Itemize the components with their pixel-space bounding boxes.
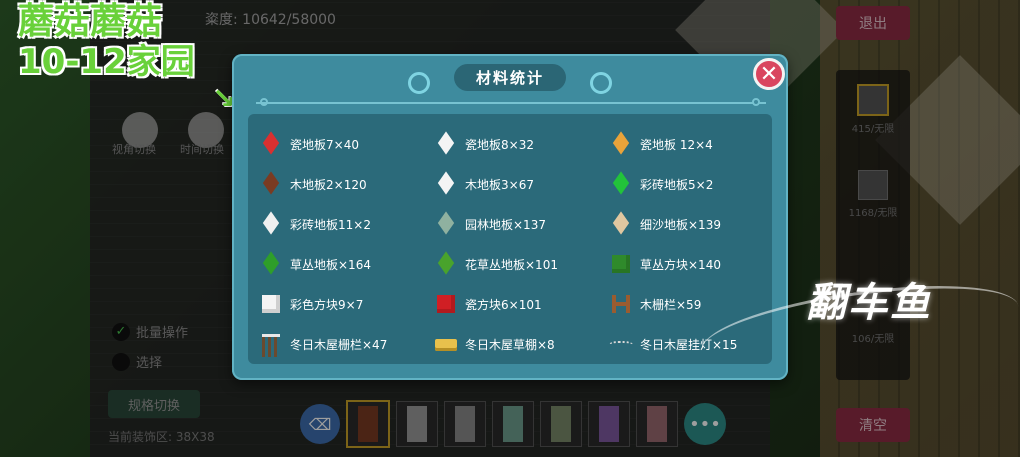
tile-icon	[608, 133, 634, 155]
material-label: 冬日木屋栅栏×47	[290, 337, 388, 352]
title-divider	[256, 102, 766, 104]
material-item: 草丛地板×164	[258, 244, 433, 284]
material-label: 彩砖地板5×2	[640, 177, 714, 192]
material-label: 瓷方块6×101	[465, 297, 542, 312]
material-item: 细沙地板×139	[608, 204, 768, 244]
material-label: 瓷地板8×32	[465, 137, 534, 152]
material-label: 木栅栏×59	[640, 297, 702, 312]
close-button[interactable]: ✕	[753, 58, 785, 90]
video-caption: 蘑菇蘑菇 10-12家园	[18, 1, 195, 83]
material-label: 草丛地板×164	[290, 257, 371, 272]
tile-icon	[608, 213, 634, 235]
material-label: 彩色方块9×7	[290, 297, 364, 312]
swirl-icon	[408, 72, 430, 94]
material-label: 木地板3×67	[465, 177, 534, 192]
cube-icon	[608, 253, 634, 275]
material-label: 草丛方块×140	[640, 257, 721, 272]
material-item: 冬日木屋草棚×8	[433, 324, 608, 364]
material-item: 瓷方块6×101	[433, 284, 608, 324]
rule-dot	[752, 98, 760, 106]
material-item: 彩砖地板11×2	[258, 204, 433, 244]
material-item: 花草丛地板×101	[433, 244, 608, 284]
material-label: 冬日木屋草棚×8	[465, 337, 555, 352]
material-item: 冬日木屋栅栏×47	[258, 324, 433, 364]
tile-icon	[258, 173, 284, 195]
material-label: 瓷地板 12×4	[640, 137, 713, 152]
wfence-icon	[258, 333, 284, 357]
dialog-title: 材料统计	[453, 63, 566, 91]
dialog-header: 材料统计	[408, 62, 612, 94]
lamp-icon	[608, 333, 634, 355]
cube-icon	[258, 293, 284, 315]
material-label: 园林地板×137	[465, 217, 546, 232]
tile-icon	[608, 173, 634, 195]
material-item: 瓷地板7×40	[258, 124, 433, 164]
tile-icon	[258, 253, 284, 275]
caption-line-1: 蘑菇蘑菇	[18, 1, 163, 42]
material-item: 彩色方块9×7	[258, 284, 433, 324]
material-list-panel: 瓷地板7×40 瓷地板8×32 瓷地板 12×4 木地板2×120 木地板3×67 彩砖地…	[248, 114, 772, 364]
material-item: 园林地板×137	[433, 204, 608, 244]
tile-icon	[258, 133, 284, 155]
material-label: 彩砖地板11×2	[290, 217, 371, 232]
hay-icon	[433, 333, 459, 355]
tile-icon	[433, 173, 459, 195]
material-item: 彩砖地板5×2	[608, 164, 768, 204]
fence-icon	[608, 293, 634, 315]
caption-line-2: 10-12家园	[18, 42, 195, 82]
material-label: 花草丛地板×101	[465, 257, 558, 272]
material-item: 木地板2×120	[258, 164, 433, 204]
material-item: 木地板3×67	[433, 164, 608, 204]
tile-icon	[433, 253, 459, 275]
swirl-icon	[590, 72, 612, 94]
material-label: 木地板2×120	[290, 177, 367, 192]
material-item: 瓷地板8×32	[433, 124, 608, 164]
material-item: 瓷地板 12×4	[608, 124, 768, 164]
tile-icon	[258, 213, 284, 235]
material-grid: 瓷地板7×40 瓷地板8×32 瓷地板 12×4 木地板2×120 木地板3×67 彩砖地…	[258, 124, 768, 364]
watermark-logo: 翻车鱼	[806, 279, 932, 326]
material-stats-dialog: 材料统计 ✕ 瓷地板7×40 瓷地板8×32 瓷地板 12×4 木地板2×120 木地板…	[232, 54, 788, 380]
tile-icon	[433, 133, 459, 155]
tile-icon	[433, 213, 459, 235]
material-item: 草丛方块×140	[608, 244, 768, 284]
material-label: 瓷地板7×40	[290, 137, 359, 152]
cube-icon	[433, 293, 459, 315]
material-label: 细沙地板×139	[640, 217, 721, 232]
